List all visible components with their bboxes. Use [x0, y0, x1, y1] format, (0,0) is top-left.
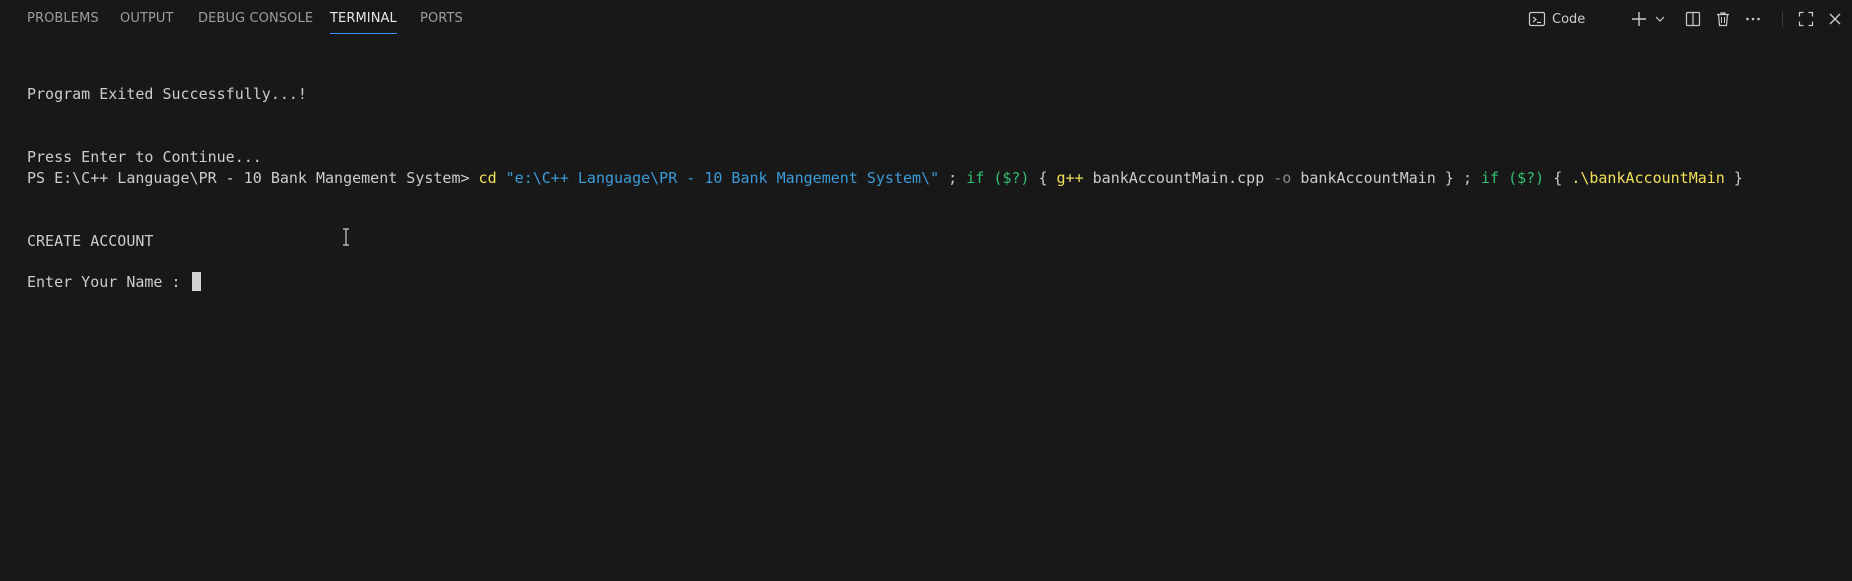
cmd-brace-open: { [1553, 169, 1563, 187]
cmd-executable: .\bankAccountMain [1571, 169, 1725, 187]
terminal-command-line: PS E:\C++ Language\PR - 10 Bank Mangemen… [27, 168, 1743, 188]
terminal-prompt: PS E:\C++ Language\PR - 10 Bank Mangemen… [27, 169, 470, 187]
terminal-input-prompt: Enter Your Name : [27, 273, 190, 291]
cmd-if: if [1481, 169, 1500, 187]
cmd-separator: ; [1462, 169, 1472, 187]
cmd-output-name: bankAccountMain [1300, 169, 1436, 187]
cmd-if: if [966, 169, 985, 187]
terminal-line-exit-message: Program Exited Successfully...! [27, 85, 307, 103]
cmd-brace-close: } [1444, 169, 1454, 187]
terminal-line-continue-message: Press Enter to Continue... [27, 148, 262, 166]
cmd-condition: ($?) [993, 169, 1030, 187]
cmd-brace-close: } [1733, 169, 1743, 187]
cmd-separator: ; [948, 169, 958, 187]
cmd-brace-open: { [1038, 169, 1048, 187]
cmd-condition: ($?) [1508, 169, 1545, 187]
terminal-output[interactable]: Program Exited Successfully...! Press En… [27, 0, 1842, 291]
text-cursor-icon [341, 228, 351, 250]
terminal-input-line: Enter Your Name : [27, 272, 201, 292]
terminal-line-heading: CREATE ACCOUNT [27, 232, 154, 250]
terminal-cursor [191, 272, 201, 291]
cmd-cd: cd [478, 169, 497, 187]
cmd-path: "e:\C++ Language\PR - 10 Bank Mangement … [505, 169, 940, 187]
cmd-source-file: bankAccountMain.cpp [1092, 169, 1265, 187]
cmd-compiler: g++ [1056, 169, 1084, 187]
cmd-flag: -o [1273, 169, 1292, 187]
